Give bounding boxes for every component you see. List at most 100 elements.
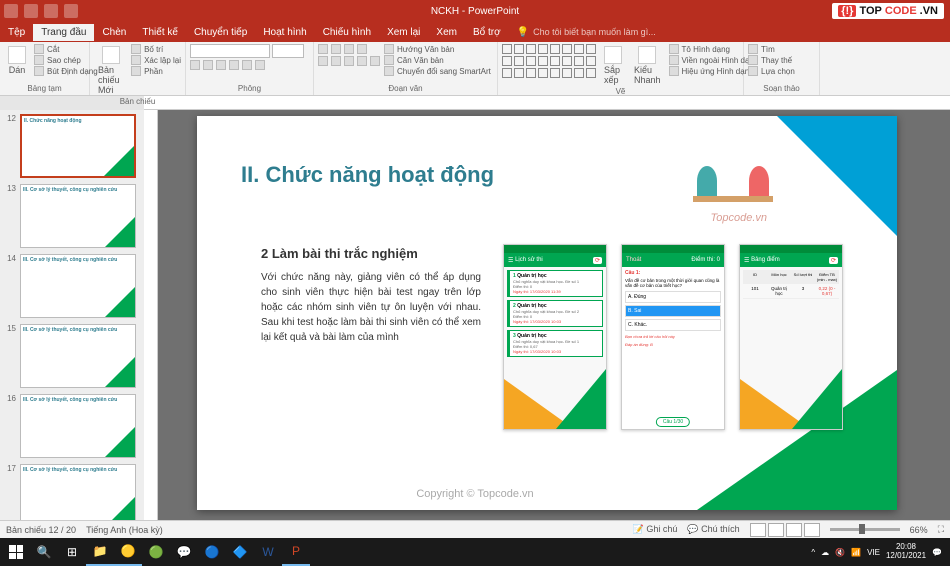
tab-slideshow[interactable]: Chiếu hình <box>315 24 379 41</box>
find-icon <box>748 44 758 54</box>
slide-heading[interactable]: II. Chức năng hoạt động <box>241 162 494 188</box>
italic-icon[interactable] <box>203 60 213 70</box>
indent-dec-icon[interactable] <box>344 44 354 54</box>
align-left-icon[interactable] <box>318 56 328 66</box>
fit-to-window-button[interactable]: ⛶ <box>938 524 944 535</box>
tab-design[interactable]: Thiết kế <box>134 24 186 41</box>
language-indicator[interactable]: Tiếng Anh (Hoa kỳ) <box>86 525 163 535</box>
undo-icon[interactable] <box>24 4 38 18</box>
bold-icon[interactable] <box>190 60 200 70</box>
cut-button[interactable]: Cắt <box>34 44 98 54</box>
clock[interactable]: 20:0812/01/2021 <box>886 543 926 561</box>
system-tray[interactable]: ^ ☁ 🔇 📶 VIE 20:0812/01/2021 💬 <box>811 543 948 561</box>
task-view-icon[interactable]: ⊞ <box>58 538 86 566</box>
word-icon[interactable]: W <box>254 538 282 566</box>
search-icon[interactable]: 🔍 <box>30 538 58 566</box>
save-icon[interactable] <box>4 4 18 18</box>
tab-animations[interactable]: Hoạt hình <box>255 24 314 41</box>
justify-icon[interactable] <box>357 56 367 66</box>
normal-view-button[interactable] <box>750 523 766 537</box>
start-show-icon[interactable] <box>64 4 78 18</box>
title-bar: NCKH - PowerPoint — ☐ ✕ <box>0 0 950 22</box>
notes-button[interactable]: 📝 Ghi chú <box>633 524 678 535</box>
input-language[interactable]: VIE <box>867 548 880 557</box>
align-center-icon[interactable] <box>331 56 341 66</box>
powerpoint-icon[interactable]: P <box>282 538 310 566</box>
slide-subheading[interactable]: 2 Làm bài thi trắc nghiệm <box>261 246 418 261</box>
paste-button[interactable]: Dán <box>4 44 30 77</box>
thumbnail-14[interactable]: III. Cơ sở lý thuyết, công cụ nghiên cứu <box>20 254 136 318</box>
slideshow-view-button[interactable] <box>804 523 820 537</box>
start-button[interactable] <box>2 538 30 566</box>
tell-me-input[interactable] <box>533 27 693 37</box>
arrange-button[interactable]: Sắp xếp <box>600 44 626 87</box>
zalo-icon[interactable]: 🔵 <box>198 538 226 566</box>
explorer-icon[interactable]: 📁 <box>86 538 114 566</box>
format-painter-button[interactable]: Bút Định dạng <box>34 66 98 76</box>
tell-me-search[interactable]: 💡 <box>517 27 693 38</box>
network-icon[interactable]: 🔇 <box>835 548 845 557</box>
align-right-icon[interactable] <box>344 56 354 66</box>
comments-button[interactable]: 💬 Chú thích <box>687 524 739 535</box>
thumbnail-12[interactable]: II. Chức năng hoạt động <box>20 114 136 178</box>
font-color-icon[interactable] <box>255 60 265 70</box>
tab-transitions[interactable]: Chuyển tiếp <box>186 24 255 41</box>
reading-view-button[interactable] <box>786 523 802 537</box>
reset-button[interactable]: Xác lập lại <box>131 55 181 65</box>
underline-icon[interactable] <box>216 60 226 70</box>
tray-chevron-icon[interactable]: ^ <box>811 548 815 557</box>
strike-icon[interactable] <box>242 60 252 70</box>
slide-counter[interactable]: Bản chiếu 12 / 20 <box>6 525 76 535</box>
thumbnail-15[interactable]: III. Cơ sở lý thuyết, công cụ nghiên cứu <box>20 324 136 388</box>
group-slides: Bản chiếu Mới Bố trí Xác lập lại Phần Bả… <box>90 42 186 95</box>
slide-body-text[interactable]: Với chức năng này, giảng viên có thể áp … <box>261 270 481 345</box>
slide-thumbnails-panel[interactable]: 12II. Chức năng hoạt động 13III. Cơ sở l… <box>0 110 144 520</box>
redo-icon[interactable] <box>44 4 58 18</box>
new-slide-button[interactable]: Bản chiếu Mới <box>94 44 127 97</box>
align-text-icon <box>384 55 394 65</box>
align-text-button[interactable]: Căn Văn bản <box>384 55 491 65</box>
vertical-ruler <box>144 110 158 520</box>
thumbnail-13[interactable]: III. Cơ sở lý thuyết, công cụ nghiên cứu <box>20 184 136 248</box>
thumbnail-16[interactable]: III. Cơ sở lý thuyết, công cụ nghiên cứu <box>20 394 136 458</box>
indent-inc-icon[interactable] <box>357 44 367 54</box>
tab-insert[interactable]: Chèn <box>94 24 134 41</box>
messenger-icon[interactable]: 💬 <box>170 538 198 566</box>
lightbulb-icon: 💡 <box>517 27 529 38</box>
group-font: Phông <box>186 42 314 95</box>
numbering-icon[interactable] <box>331 44 341 54</box>
coccoc-icon[interactable]: 🟢 <box>142 538 170 566</box>
select-button[interactable]: Lựa chọn <box>748 66 795 76</box>
zoom-slider[interactable] <box>830 528 900 531</box>
tab-view[interactable]: Xem <box>428 24 465 41</box>
smartart-button[interactable]: Chuyển đổi sang SmartArt <box>384 66 491 76</box>
find-button[interactable]: Tìm <box>748 44 795 54</box>
replace-button[interactable]: Thay thế <box>748 55 795 65</box>
quick-styles-button[interactable]: Kiểu Nhanh <box>630 44 665 87</box>
tab-review[interactable]: Xem lại <box>379 24 428 41</box>
tab-home[interactable]: Trang đầu <box>33 24 94 41</box>
shapes-gallery[interactable] <box>502 44 596 78</box>
sorter-view-button[interactable] <box>768 523 784 537</box>
text-direction-button[interactable]: Hướng Văn bản <box>384 44 491 54</box>
teamviewer-icon[interactable]: 🔷 <box>226 538 254 566</box>
chrome-icon[interactable]: 🟡 <box>114 538 142 566</box>
shadow-icon[interactable] <box>229 60 239 70</box>
font-family-select[interactable] <box>190 44 270 58</box>
layout-button[interactable]: Bố trí <box>131 44 181 54</box>
tab-addins[interactable]: Bổ trợ <box>465 24 509 41</box>
font-size-select[interactable] <box>272 44 304 58</box>
thumbnail-17[interactable]: III. Cơ sở lý thuyết, công cụ nghiên cứu <box>20 464 136 520</box>
columns-icon[interactable] <box>370 56 380 66</box>
decor-triangle-blue <box>777 116 897 236</box>
section-button[interactable]: Phần <box>131 66 181 76</box>
zoom-level[interactable]: 66% <box>910 525 928 535</box>
onedrive-icon[interactable]: ☁ <box>821 548 829 557</box>
copy-button[interactable]: Sao chép <box>34 55 98 65</box>
wifi-icon[interactable]: 📶 <box>851 548 861 557</box>
slide-editor[interactable]: II. Chức năng hoạt động Topcode.vn 2 Làm… <box>144 110 950 520</box>
tab-file[interactable]: Tệp <box>0 24 33 41</box>
slide-canvas[interactable]: II. Chức năng hoạt động Topcode.vn 2 Làm… <box>197 116 897 510</box>
bullets-icon[interactable] <box>318 44 328 54</box>
notifications-icon[interactable]: 💬 <box>932 548 942 557</box>
